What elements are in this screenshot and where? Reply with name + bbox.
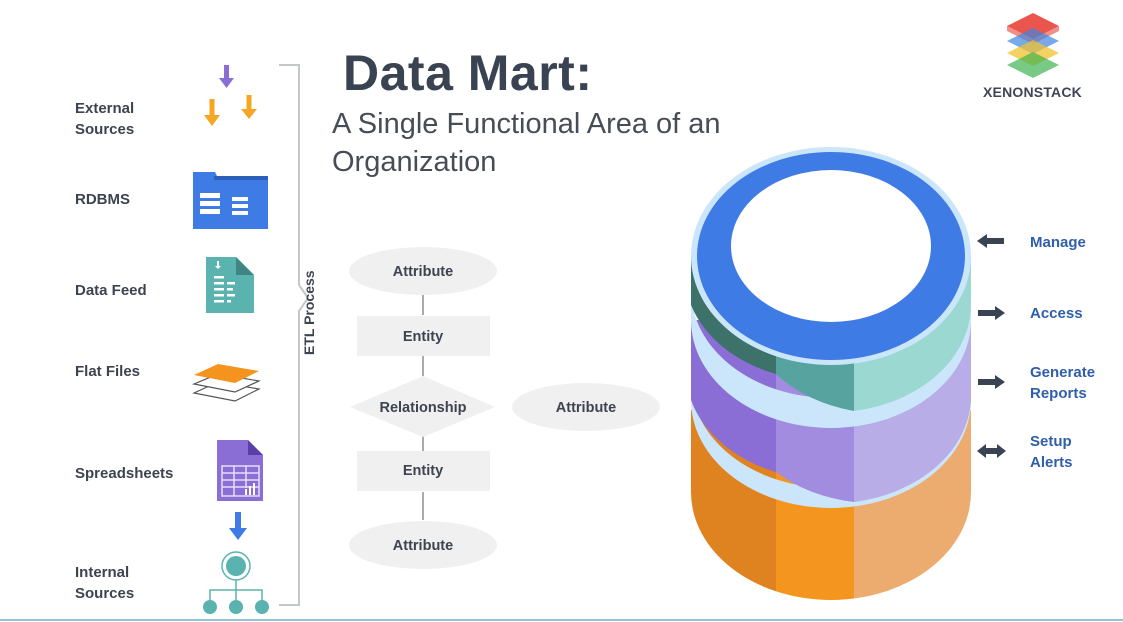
xenonstack-logo-icon xyxy=(1007,13,1059,78)
source-label-spreadsheets: Spreadsheets xyxy=(75,465,174,482)
document-feed-icon xyxy=(206,257,254,313)
arrow-bidirectional-icon xyxy=(977,444,1006,458)
arrow-left-icon xyxy=(977,234,1004,248)
download-arrows-icon xyxy=(204,65,257,126)
data-mart-cylinder xyxy=(691,147,971,600)
action-manage: Manage xyxy=(1030,234,1086,251)
page-title: Data Mart: xyxy=(343,45,593,101)
er-attribute-label: Attribute xyxy=(393,264,453,280)
bottom-divider xyxy=(0,619,1123,621)
er-relationship-label: Relationship xyxy=(379,400,466,416)
spreadsheet-icon xyxy=(217,440,263,501)
action-access: Access xyxy=(1030,305,1083,322)
arrow-down-icon xyxy=(229,512,247,540)
source-label-flat-files: Flat Files xyxy=(75,363,141,380)
er-entity-label: Entity xyxy=(403,329,443,345)
logo-text: XENONSTACK xyxy=(983,84,1082,100)
stacked-sheets-icon xyxy=(191,364,262,402)
source-label-data-feed: Data Feed xyxy=(75,282,147,299)
action-setup-alerts: Setup Alerts xyxy=(1030,433,1073,471)
cylinder-top-opening xyxy=(731,170,931,322)
er-entity-label: Entity xyxy=(403,463,443,479)
source-label-external: External Sources xyxy=(75,100,135,138)
arrow-right-icon xyxy=(978,375,1005,389)
action-generate-reports: Generate Reports xyxy=(1030,364,1096,402)
database-folder-icon xyxy=(193,172,268,229)
er-attribute-label: Attribute xyxy=(393,538,453,554)
er-attribute-label: Attribute xyxy=(556,400,616,416)
source-label-rdbms: RDBMS xyxy=(75,191,130,208)
hierarchy-tree-icon xyxy=(203,551,269,614)
etl-er-diagram: Attribute Entity Relationship Attribute … xyxy=(349,247,660,569)
source-label-internal: Internal Sources xyxy=(75,564,135,602)
etl-process-label: ETL Process xyxy=(301,270,317,355)
arrow-right-icon xyxy=(978,306,1005,320)
